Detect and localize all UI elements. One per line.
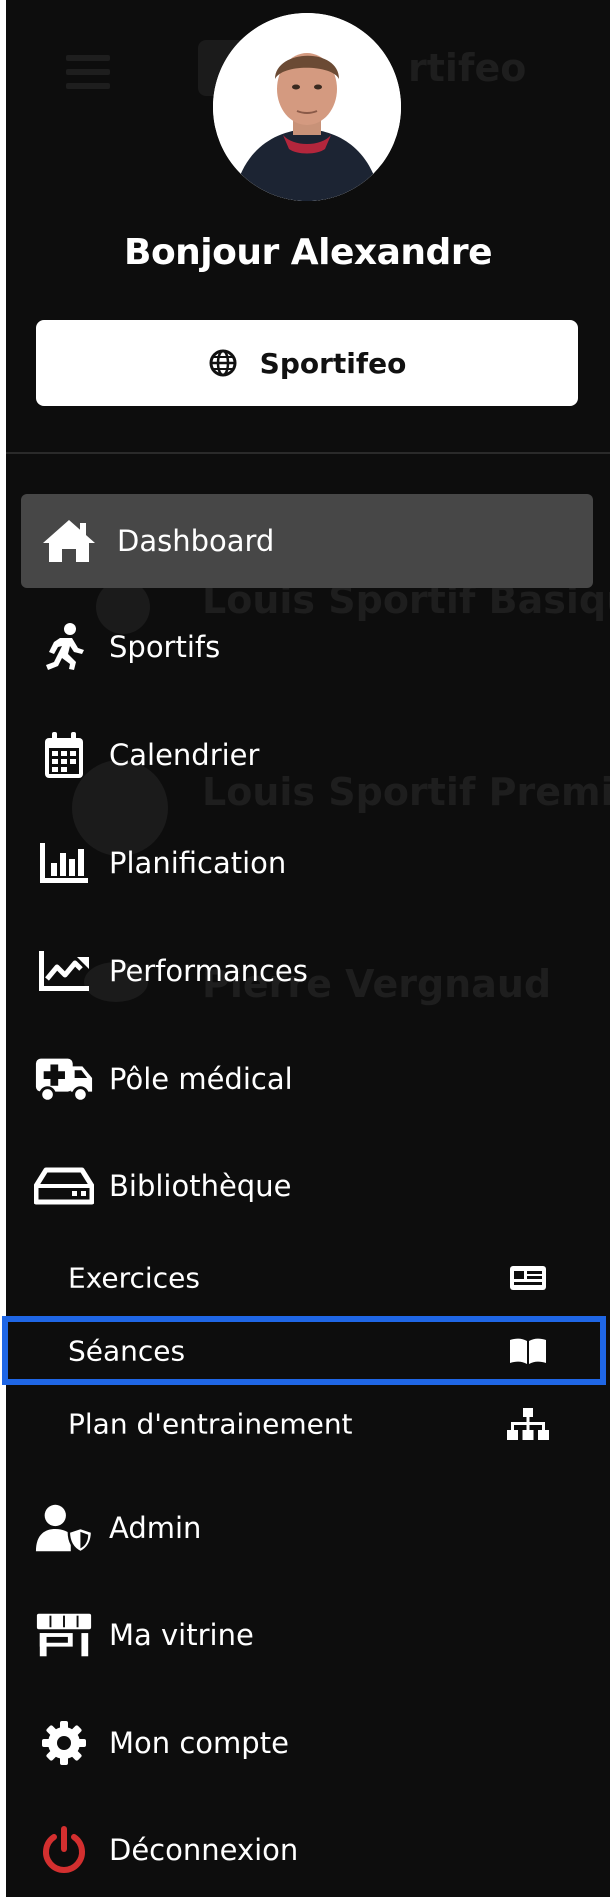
nav-item-label: Ma vitrine — [109, 1618, 254, 1652]
bar-chart-icon — [34, 835, 94, 891]
line-chart-icon — [34, 943, 94, 999]
user-avatar[interactable] — [213, 13, 401, 201]
screen: rtifeo Louis Sportif Basiqu Louis Sporti… — [0, 0, 614, 1897]
nav-item-ma-vitrine[interactable]: Ma vitrine — [6, 1589, 610, 1681]
nav-item-bibliotheque[interactable]: Bibliothèque — [6, 1140, 610, 1232]
nav-item-label: Calendrier — [109, 738, 260, 772]
running-icon — [34, 619, 94, 675]
user-shield-icon — [34, 1500, 94, 1556]
nav-item-mon-compte[interactable]: Mon compte — [6, 1697, 610, 1789]
background-app-title: rtifeo — [408, 46, 527, 90]
newspaper-icon — [506, 1258, 550, 1298]
calendar-icon — [34, 727, 94, 783]
nav-item-sportifs[interactable]: Sportifs — [6, 601, 610, 693]
nav-item-label: Admin — [109, 1511, 202, 1545]
nav-item-deconnexion[interactable]: Déconnexion — [6, 1804, 610, 1896]
store-icon — [34, 1607, 94, 1663]
navigation-drawer: rtifeo Louis Sportif Basiqu Louis Sporti… — [6, 0, 610, 1897]
organization-label: Sportifeo — [259, 346, 407, 380]
nav-item-label: Mon compte — [109, 1726, 289, 1760]
nav-item-label: Bibliothèque — [109, 1169, 292, 1203]
nav-item-admin[interactable]: Admin — [6, 1482, 610, 1574]
nav-item-label: Sportifs — [109, 630, 221, 664]
nav-item-label: Performances — [109, 954, 308, 988]
nav-item-label: Déconnexion — [109, 1833, 299, 1867]
ambulance-icon — [34, 1051, 94, 1107]
home-icon — [39, 513, 99, 569]
sub-item-label: Exercices — [68, 1261, 200, 1295]
nav-item-calendrier[interactable]: Calendrier — [6, 709, 610, 801]
nav-item-planification[interactable]: Planification — [6, 817, 610, 909]
nav-item-performances[interactable]: Performances — [6, 925, 610, 1017]
gear-icon — [34, 1715, 94, 1771]
selection-highlight — [2, 1316, 606, 1385]
sub-item-label: Plan d'entrainement — [68, 1407, 353, 1441]
sub-item-exercices[interactable]: Exercices — [6, 1243, 610, 1313]
sub-item-plan-entrainement[interactable]: Plan d'entrainement — [6, 1389, 610, 1459]
globe-icon — [208, 348, 238, 378]
organization-button[interactable]: Sportifeo — [36, 320, 578, 406]
nav-item-label: Pôle médical — [109, 1062, 293, 1096]
background-hamburger-icon — [66, 55, 110, 97]
nav-item-label: Planification — [109, 846, 287, 880]
hdd-icon — [34, 1158, 94, 1214]
greeting-text: Bonjour Alexandre — [124, 232, 493, 273]
power-icon — [34, 1822, 94, 1878]
nav-item-label: Dashboard — [117, 524, 275, 558]
sitemap-icon — [506, 1404, 550, 1444]
drawer-divider — [6, 452, 610, 454]
nav-item-dashboard[interactable]: Dashboard — [21, 494, 593, 588]
nav-item-pole-medical[interactable]: Pôle médical — [6, 1033, 610, 1125]
